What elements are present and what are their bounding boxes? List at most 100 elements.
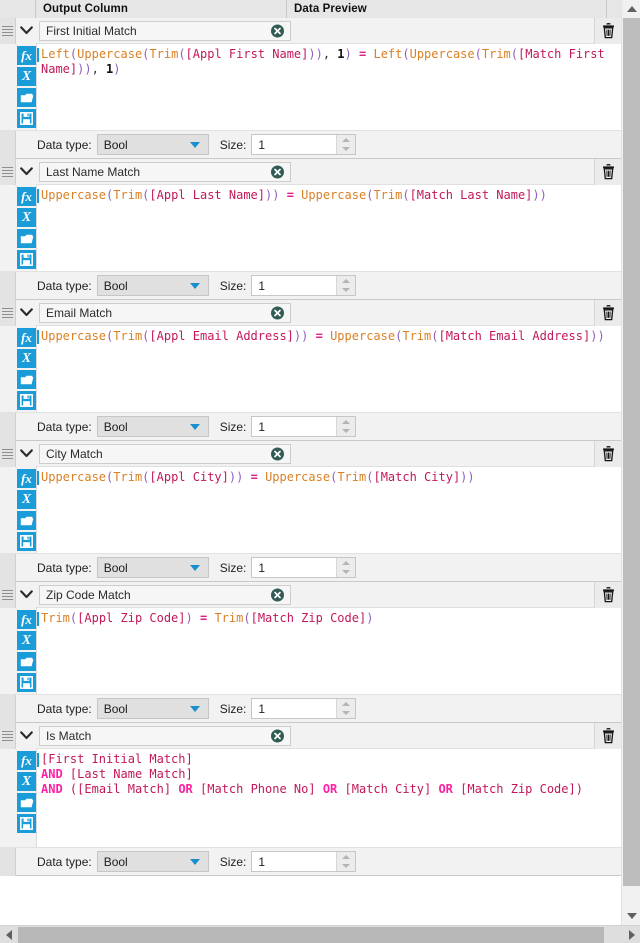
- size-stepper[interactable]: [336, 276, 356, 296]
- drag-handle-icon[interactable]: [0, 18, 16, 44]
- drag-handle-icon[interactable]: [0, 299, 16, 326]
- fx-function-icon[interactable]: fx: [17, 46, 36, 65]
- drag-handle-icon[interactable]: [0, 440, 16, 467]
- stepper-up-button[interactable]: [337, 699, 355, 709]
- stepper-down-button[interactable]: [337, 862, 355, 872]
- expression-editor[interactable]: Left(Uppercase(Trim([Appl First Name])),…: [37, 44, 621, 130]
- drag-handle-icon[interactable]: [0, 581, 16, 608]
- floppy-save-icon[interactable]: [17, 814, 36, 833]
- output-column-name-input[interactable]: Last Name Match: [39, 161, 291, 182]
- size-stepper[interactable]: [336, 852, 356, 872]
- fx-function-icon[interactable]: fx: [17, 610, 36, 629]
- size-stepper[interactable]: [336, 417, 356, 437]
- folder-open-icon[interactable]: [17, 511, 36, 530]
- collapse-toggle-button[interactable]: [16, 299, 36, 326]
- drag-handle-icon[interactable]: [0, 158, 16, 185]
- data-type-select[interactable]: Bool: [96, 851, 209, 872]
- stepper-down-button[interactable]: [337, 427, 355, 437]
- scroll-right-button[interactable]: [623, 926, 640, 943]
- size-input[interactable]: 1: [251, 134, 357, 155]
- expression-editor[interactable]: Uppercase(Trim([Appl Email Address])) = …: [37, 326, 621, 412]
- floppy-save-icon[interactable]: [17, 250, 36, 269]
- x-variable-icon[interactable]: X: [17, 631, 36, 650]
- stepper-up-button[interactable]: [337, 852, 355, 862]
- output-column-name-input[interactable]: Is Match: [39, 725, 291, 746]
- fx-function-icon[interactable]: fx: [17, 751, 36, 770]
- size-input[interactable]: 1: [251, 698, 357, 719]
- delete-formula-button[interactable]: [594, 722, 621, 749]
- drag-handle-icon[interactable]: [0, 722, 16, 749]
- clear-circle-x-icon[interactable]: [271, 165, 284, 178]
- expression-token-fn: Trim: [402, 329, 432, 343]
- output-column-name-input[interactable]: Email Match: [39, 302, 291, 323]
- stepper-down-button[interactable]: [337, 709, 355, 719]
- scroll-up-button[interactable]: [622, 0, 640, 18]
- data-type-select[interactable]: Bool: [96, 698, 209, 719]
- size-input[interactable]: 1: [251, 275, 357, 296]
- scroll-left-button[interactable]: [0, 926, 17, 943]
- output-column-name-input[interactable]: First Initial Match: [39, 20, 291, 41]
- horizontal-scrollbar[interactable]: [0, 925, 640, 943]
- output-column-name-input[interactable]: City Match: [39, 443, 291, 464]
- expression-editor[interactable]: Uppercase(Trim([Appl Last Name])) = Uppe…: [37, 185, 621, 271]
- stepper-down-button[interactable]: [337, 145, 355, 155]
- clear-circle-x-icon[interactable]: [271, 24, 284, 37]
- clear-circle-x-icon[interactable]: [271, 306, 284, 319]
- folder-open-icon[interactable]: [17, 652, 36, 671]
- stepper-down-button[interactable]: [337, 286, 355, 296]
- floppy-save-icon[interactable]: [17, 109, 36, 128]
- size-stepper[interactable]: [336, 135, 356, 155]
- expression-editor[interactable]: Uppercase(Trim([Appl City])) = Uppercase…: [37, 467, 621, 553]
- collapse-toggle-button[interactable]: [16, 440, 36, 467]
- stepper-up-button[interactable]: [337, 558, 355, 568]
- vertical-scrollbar[interactable]: [621, 0, 640, 925]
- x-variable-icon[interactable]: X: [17, 208, 36, 227]
- delete-formula-button[interactable]: [594, 299, 621, 326]
- data-type-select[interactable]: Bool: [96, 134, 209, 155]
- folder-open-icon[interactable]: [17, 793, 36, 812]
- clear-circle-x-icon[interactable]: [271, 729, 284, 742]
- x-variable-icon[interactable]: X: [17, 490, 36, 509]
- expression-editor[interactable]: Trim([Appl Zip Code]) = Trim([Match Zip …: [37, 608, 621, 694]
- delete-formula-button[interactable]: [594, 158, 621, 185]
- folder-open-icon[interactable]: [17, 370, 36, 389]
- size-input[interactable]: 1: [251, 557, 357, 578]
- floppy-save-icon[interactable]: [17, 673, 36, 692]
- collapse-toggle-button[interactable]: [16, 722, 36, 749]
- stepper-up-button[interactable]: [337, 417, 355, 427]
- expression-editor[interactable]: [First Initial Match] AND [Last Name Matc…: [37, 749, 621, 847]
- fx-function-icon[interactable]: fx: [17, 328, 36, 347]
- delete-formula-button[interactable]: [594, 18, 621, 44]
- collapse-toggle-button[interactable]: [16, 158, 36, 185]
- scroll-down-button[interactable]: [622, 907, 640, 925]
- x-variable-icon[interactable]: X: [17, 349, 36, 368]
- clear-circle-x-icon[interactable]: [271, 447, 284, 460]
- collapse-toggle-button[interactable]: [16, 581, 36, 608]
- folder-open-icon[interactable]: [17, 88, 36, 107]
- floppy-save-icon[interactable]: [17, 532, 36, 551]
- stepper-down-button[interactable]: [337, 568, 355, 578]
- floppy-save-icon[interactable]: [17, 391, 36, 410]
- size-stepper[interactable]: [336, 558, 356, 578]
- stepper-up-button[interactable]: [337, 135, 355, 145]
- fx-function-icon[interactable]: fx: [17, 469, 36, 488]
- stepper-up-button[interactable]: [337, 276, 355, 286]
- drag-line: [2, 457, 13, 459]
- clear-circle-x-icon[interactable]: [271, 588, 284, 601]
- data-type-select[interactable]: Bool: [96, 557, 209, 578]
- delete-formula-button[interactable]: [594, 440, 621, 467]
- collapse-toggle-button[interactable]: [16, 18, 36, 44]
- size-stepper[interactable]: [336, 699, 356, 719]
- data-type-select[interactable]: Bool: [96, 416, 209, 437]
- x-variable-icon[interactable]: X: [17, 772, 36, 791]
- data-type-select[interactable]: Bool: [96, 275, 209, 296]
- x-variable-icon[interactable]: X: [17, 67, 36, 86]
- fx-function-icon[interactable]: fx: [17, 187, 36, 206]
- delete-formula-button[interactable]: [594, 581, 621, 608]
- vertical-scroll-thumb[interactable]: [623, 18, 640, 886]
- folder-open-icon[interactable]: [17, 229, 36, 248]
- output-column-name-input[interactable]: Zip Code Match: [39, 584, 291, 605]
- size-input[interactable]: 1: [251, 851, 357, 872]
- horizontal-scroll-thumb[interactable]: [18, 927, 604, 943]
- size-input[interactable]: 1: [251, 416, 357, 437]
